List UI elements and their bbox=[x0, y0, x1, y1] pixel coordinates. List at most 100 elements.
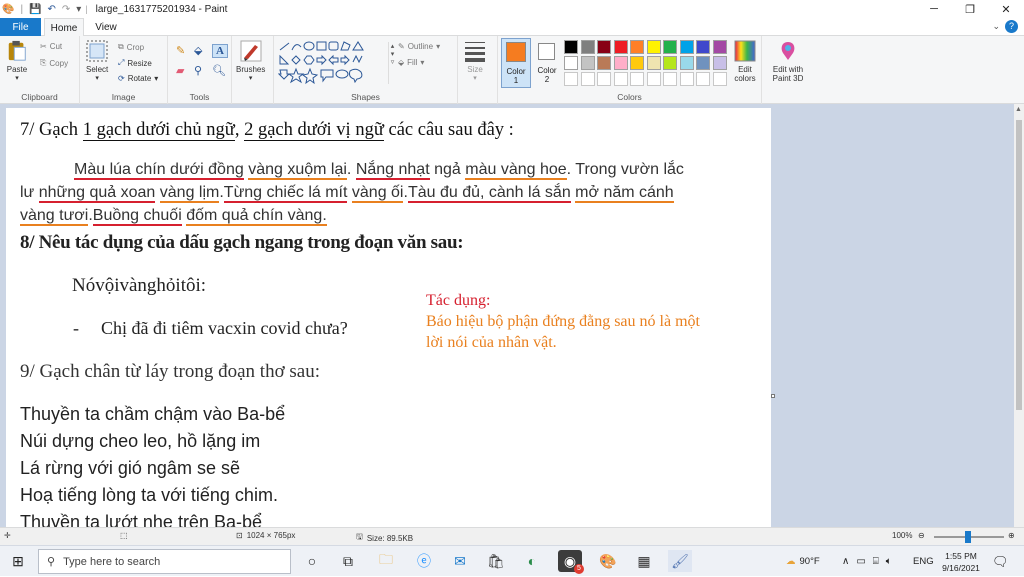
help-icon[interactable]: ? bbox=[1005, 20, 1018, 33]
palette-swatch[interactable] bbox=[712, 56, 727, 70]
palette-swatch[interactable] bbox=[663, 56, 677, 70]
color-picker-icon[interactable]: ⚲ bbox=[194, 64, 210, 77]
tab-file[interactable]: File bbox=[0, 18, 41, 36]
color2-button[interactable]: Color 2 bbox=[534, 38, 560, 88]
palette-swatch[interactable] bbox=[564, 56, 578, 70]
network-icon[interactable]: ⌸ bbox=[873, 556, 879, 567]
palette-swatch[interactable] bbox=[679, 40, 694, 54]
chevron-up-icon[interactable]: ∧ bbox=[842, 556, 849, 567]
palette-swatch[interactable] bbox=[613, 40, 628, 54]
palette-swatch-empty[interactable] bbox=[696, 72, 710, 86]
tab-home[interactable]: Home bbox=[44, 18, 84, 37]
poem-line: Lá rừng với gió ngâm se sẽ bbox=[20, 458, 240, 478]
rotate-button[interactable]: ⟳ Rotate ▾ bbox=[118, 74, 158, 83]
palette-swatch[interactable] bbox=[696, 40, 710, 54]
fill-bucket-icon[interactable]: ⬙ bbox=[194, 44, 210, 58]
battery-icon[interactable]: ▭ bbox=[856, 556, 865, 567]
palette-swatch-empty[interactable] bbox=[646, 72, 661, 86]
line-size-icon bbox=[465, 42, 485, 62]
minimize-button[interactable]: ─ bbox=[916, 0, 952, 18]
weather-widget[interactable]: ☁ 90°F bbox=[786, 546, 820, 577]
calculator-icon[interactable]: ▦ bbox=[632, 550, 656, 572]
palette-swatch[interactable] bbox=[663, 40, 677, 54]
language-indicator[interactable]: ENG bbox=[913, 546, 934, 577]
palette-swatch[interactable] bbox=[646, 40, 661, 54]
canvas-area[interactable]: ‿ ‿ ‿ . ‿ . ‿ 7/ Gạch 1 gạch dưới chủ ng… bbox=[0, 104, 1024, 527]
notification-center-icon[interactable]: 🗨︎ bbox=[992, 546, 1009, 577]
crop-button[interactable]: ⧉ Crop bbox=[118, 42, 144, 52]
palette-swatch[interactable] bbox=[580, 40, 595, 54]
ie-icon[interactable]: ⓔ bbox=[412, 550, 436, 572]
scroll-thumb[interactable] bbox=[1016, 120, 1022, 410]
copy-icon: ⎘ bbox=[40, 58, 47, 67]
shapes-gallery[interactable] bbox=[278, 41, 388, 85]
palette-swatch[interactable] bbox=[564, 40, 578, 54]
save-icon[interactable]: 💾 bbox=[29, 4, 41, 15]
customize-qat-icon[interactable]: ▾ bbox=[76, 4, 81, 15]
color1-button[interactable]: Color 1 bbox=[501, 38, 531, 88]
zoom-slider-thumb[interactable] bbox=[965, 531, 971, 543]
palette-swatch[interactable] bbox=[679, 56, 694, 70]
paint-taskbar-icon[interactable]: 🎨 bbox=[596, 550, 620, 572]
mail-icon[interactable]: ✉ bbox=[448, 550, 472, 572]
palette-swatch-empty[interactable] bbox=[679, 72, 694, 86]
task-view-icon[interactable]: ⧉ bbox=[336, 550, 360, 572]
cut-button[interactable]: ✂ Cut bbox=[40, 42, 62, 51]
palette-swatch[interactable] bbox=[597, 56, 611, 70]
outline-button[interactable]: ✎ Outline ▾ bbox=[398, 42, 440, 51]
magnifier-icon[interactable]: 🔍︎ bbox=[212, 64, 228, 77]
palette-swatch[interactable] bbox=[630, 56, 644, 70]
resize-button[interactable]: ⤢ Resize bbox=[118, 58, 152, 68]
collapse-ribbon-icon[interactable]: ⌄ bbox=[992, 21, 1000, 32]
zoom-out-button[interactable]: ⊖ bbox=[918, 531, 925, 540]
volume-icon[interactable]: 🔈︎ bbox=[886, 556, 892, 567]
undo-icon[interactable]: ↶ bbox=[48, 4, 56, 15]
brushes-button[interactable]: Brushes ▾ bbox=[236, 40, 265, 82]
edge-icon[interactable]: ◐ bbox=[520, 550, 544, 572]
palette-swatch[interactable] bbox=[613, 56, 628, 70]
palette-swatch[interactable] bbox=[580, 56, 595, 70]
scroll-up-icon[interactable]: ▲ bbox=[1015, 106, 1022, 113]
palette-swatch[interactable] bbox=[630, 40, 644, 54]
fill-button[interactable]: ⬙ Fill ▾ bbox=[398, 58, 424, 67]
palette-swatch-empty[interactable] bbox=[564, 72, 578, 86]
maximize-button[interactable]: ❐ bbox=[952, 0, 988, 18]
palette-swatch-empty[interactable] bbox=[580, 72, 595, 86]
group-label: Shapes bbox=[351, 92, 380, 102]
palette-swatch-empty[interactable] bbox=[712, 72, 727, 86]
paint3d-button[interactable]: Edit with Paint 3D bbox=[768, 40, 808, 83]
resize-handle[interactable] bbox=[771, 394, 775, 398]
paint-active-icon[interactable]: 🖌 bbox=[668, 550, 692, 572]
palette-swatch[interactable] bbox=[696, 56, 710, 70]
clock[interactable]: 1:55 PM 9/16/2021 bbox=[940, 546, 982, 577]
copy-button[interactable]: ⎘ Copy bbox=[40, 58, 68, 68]
cortana-icon[interactable]: ○ bbox=[300, 550, 324, 572]
size-button[interactable]: Size ▾ bbox=[464, 40, 486, 82]
edit-colors-button[interactable]: Edit colors bbox=[730, 40, 760, 83]
pencil-icon[interactable]: ✎ bbox=[176, 44, 192, 58]
taskbar-search[interactable]: ⚲ Type here to search bbox=[38, 549, 291, 574]
close-button[interactable]: ✕ bbox=[988, 0, 1024, 18]
windows-start-icon[interactable]: ⊞ bbox=[6, 550, 30, 572]
palette-swatch[interactable] bbox=[712, 40, 727, 54]
palette-swatch[interactable] bbox=[646, 56, 661, 70]
brushes-group: Brushes ▾ bbox=[232, 36, 274, 104]
tab-view[interactable]: View bbox=[88, 18, 124, 36]
app-icon[interactable]: ◉ 5 bbox=[558, 550, 584, 574]
palette-swatch-empty[interactable] bbox=[663, 72, 677, 86]
palette-swatch-empty[interactable] bbox=[630, 72, 644, 86]
palette-swatch-empty[interactable] bbox=[613, 72, 628, 86]
store-icon[interactable]: 🛍 bbox=[484, 550, 508, 572]
redo-icon[interactable]: ↷ bbox=[62, 4, 70, 15]
vertical-scrollbar[interactable]: ▲ bbox=[1014, 104, 1024, 527]
select-button[interactable]: Select ▾ bbox=[86, 40, 108, 82]
file-explorer-icon[interactable]: 🗀 bbox=[374, 550, 398, 572]
eraser-icon[interactable]: ▰ bbox=[176, 64, 192, 77]
text-tool-icon[interactable]: A bbox=[212, 44, 228, 58]
palette-swatch[interactable] bbox=[597, 40, 611, 54]
zoom-in-button[interactable]: ⊕ bbox=[1008, 531, 1015, 540]
image-canvas[interactable]: ‿ ‿ ‿ . ‿ . ‿ 7/ Gạch 1 gạch dưới chủ ng… bbox=[6, 104, 771, 527]
group-label: Colors bbox=[617, 92, 642, 102]
paste-button[interactable]: Paste ▾ bbox=[6, 40, 28, 82]
palette-swatch-empty[interactable] bbox=[597, 72, 611, 86]
